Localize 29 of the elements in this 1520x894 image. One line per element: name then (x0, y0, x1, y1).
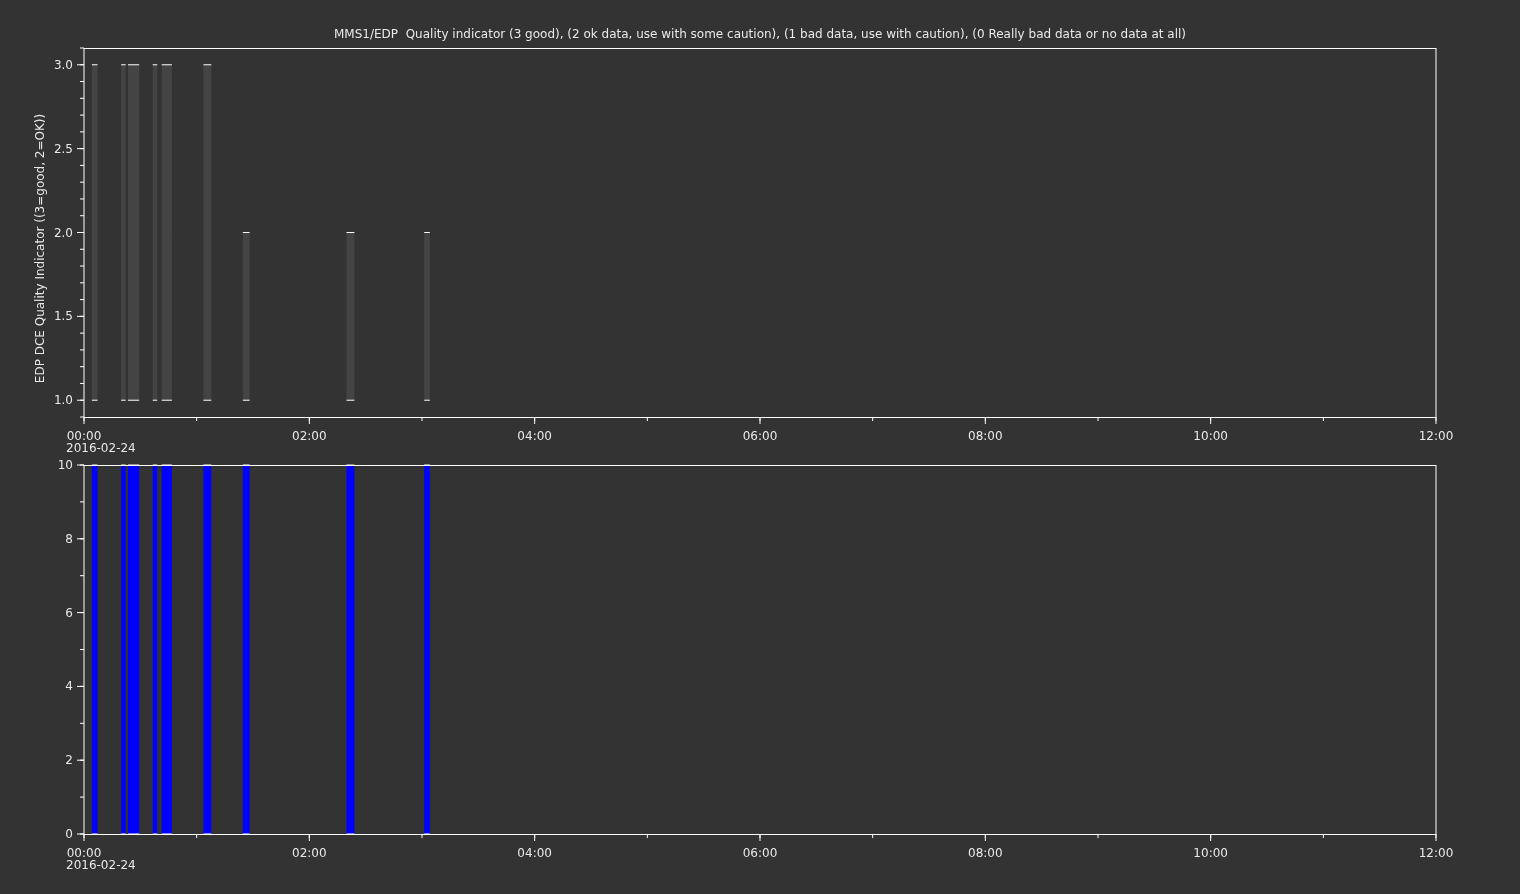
y-tick-label: 2.0 (53, 225, 73, 240)
y-tick-label: 3.0 (53, 57, 73, 72)
x-tick-label: 00:00 (66, 429, 102, 443)
date-label: 2016-02-24 (66, 858, 136, 872)
plot-title: MMS1/EDP Quality indicator (3 good), (2 ok data, use with some caution), (1 bad data, use with caution), (0 Really bad data or no data at all) (333, 27, 1187, 41)
y-tick-label: 8 (65, 531, 73, 546)
x-tick-label: 12:00 (1418, 429, 1454, 443)
y-tick-label: 4 (65, 679, 73, 694)
y-tick-label: 2.5 (53, 141, 73, 156)
y-tick-label: 6 (65, 605, 73, 620)
y-tick-label: 1.0 (53, 393, 73, 408)
x-tick-label: 04:00 (517, 429, 552, 443)
x-tick-label: 08:00 (968, 846, 1003, 860)
y-tick-label: 1.5 (53, 309, 73, 324)
x-tick-label: 08:00 (968, 429, 1003, 443)
x-tick-label: 00:00 (66, 846, 102, 860)
y-tick-label: 2 (65, 753, 73, 768)
y-tick-label: 0 (65, 827, 73, 841)
x-tick-label: 10:00 (1193, 846, 1228, 860)
x-tick-label: 02:00 (292, 429, 327, 443)
x-tick-label: 10:00 (1193, 429, 1228, 443)
x-tick-label: 06:00 (742, 846, 778, 860)
x-tick-label: 02:00 (292, 846, 327, 860)
x-tick-label: 04:00 (517, 846, 552, 860)
date-label: 2016-02-24 (66, 441, 136, 455)
y-axis-label: EDP DCE Quality Indicator ((3=good, 2=OK)) (33, 113, 47, 384)
x-tick-label: 06:00 (742, 429, 778, 443)
x-tick-label: 12:00 (1418, 846, 1454, 860)
y-tick-label: 10 (57, 458, 73, 472)
